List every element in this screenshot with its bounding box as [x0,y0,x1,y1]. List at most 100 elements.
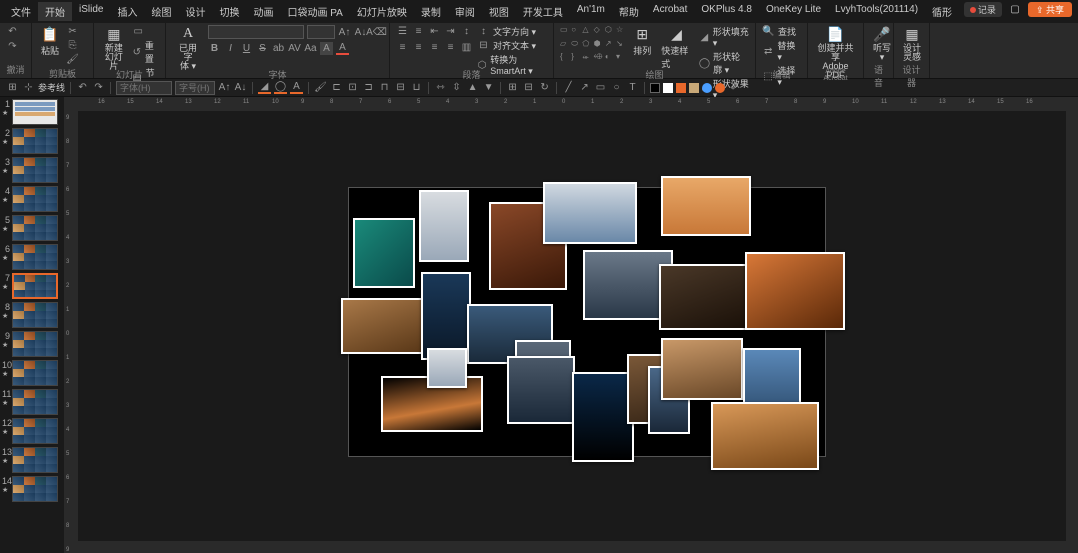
menu-开始[interactable]: 开始 [38,2,72,21]
photo-7[interactable] [659,264,749,330]
line-tool-icon[interactable]: ╱ [562,81,575,94]
share-button[interactable]: ⇪ 共享 [1028,2,1072,17]
format-painter-icon[interactable]: 🖌 [66,53,79,66]
line-spacing-icon[interactable]: ↕ [460,25,473,38]
paste-button[interactable]: 📋 粘贴 [38,25,62,57]
rotate-icon[interactable]: ↻ [538,81,551,94]
menu-口袋动画 PA[interactable]: 口袋动画 PA [280,2,349,21]
group-icon[interactable]: ⊞ [506,81,519,94]
align-center2-icon[interactable]: ⊡ [346,81,359,94]
swatch-tan[interactable] [689,83,699,93]
outline-color-icon[interactable]: ◯ [274,81,287,94]
menu-An'1m[interactable]: An'1m [570,2,612,21]
thumbnail-9[interactable]: 9★ [2,331,62,357]
thumbnail-1[interactable]: 1★ [2,99,62,125]
increase-font-icon[interactable]: A↑ [338,26,351,39]
shadow-icon[interactable]: ab [272,42,285,55]
design-ideas-button[interactable]: ▦ 设计 灵感 [900,25,924,62]
dist-v-icon[interactable]: ⇳ [450,81,463,94]
thumbnail-7[interactable]: 7★ [2,273,62,299]
menu-幻灯片放映[interactable]: 幻灯片放映 [350,2,414,21]
thumbnail-4[interactable]: 4★ [2,186,62,212]
thumbnail-12[interactable]: 12★ [2,418,62,444]
font-family-select[interactable] [208,25,304,39]
eyedropper-icon[interactable]: ✐ [728,81,741,94]
used-fonts-button[interactable]: A 已用字 体 ▾ [172,25,204,71]
strike-icon[interactable]: S [256,42,269,55]
indent-right-icon[interactable]: ⇥ [444,25,457,38]
scrollbar-vertical[interactable] [1066,111,1078,553]
grid-icon[interactable]: ⊞ [6,81,19,94]
oval-tool-icon[interactable]: ○ [610,81,623,94]
menu-动画[interactable]: 动画 [246,2,280,21]
photo-16[interactable] [572,372,634,462]
photo-1[interactable] [419,190,469,262]
menu-文件[interactable]: 文件 [4,2,38,21]
menu-设计[interactable]: 设计 [178,2,212,21]
align-mid-icon[interactable]: ⊟ [394,81,407,94]
shapes-gallery[interactable]: ▭○△◇⬡☆ ▱⬭⬠⬢↗↘ {}⬰⬲◐▾ [560,25,626,65]
thumbnail-6[interactable]: 6★ [2,244,62,270]
rect-tool-icon[interactable]: ▭ [594,81,607,94]
dec-font-icon[interactable]: A↓ [234,81,247,94]
photo-4[interactable] [543,182,637,244]
scrollbar-horizontal[interactable] [78,541,1066,553]
menu-录制[interactable]: 录制 [414,2,448,21]
copy-icon[interactable]: ⎘ [66,39,79,52]
shape-fill-button[interactable]: ◢形状填充 ▾ [699,25,749,49]
font-size-input[interactable] [175,81,215,95]
ungroup-icon[interactable]: ⊟ [522,81,535,94]
menu-视图[interactable]: 视图 [482,2,516,21]
arrow-tool-icon[interactable]: ↗ [578,81,591,94]
format-painter2-icon[interactable]: 🖌 [314,81,327,94]
photo-19[interactable] [661,338,743,400]
menu-OneKey Lite[interactable]: OneKey Lite [759,2,828,21]
photo-5[interactable] [661,176,751,236]
align-right2-icon[interactable]: ⊐ [362,81,375,94]
swatch-white[interactable] [663,83,673,93]
redo-icon[interactable]: ↷ [6,40,19,53]
dist-h-icon[interactable]: ⇿ [434,81,447,94]
swatch-orange[interactable] [676,83,686,93]
send-back-icon[interactable]: ▼ [482,81,495,94]
thumbnail-8[interactable]: 8★ [2,302,62,328]
inc-font-icon[interactable]: A↑ [218,81,231,94]
fill-color-icon[interactable]: ◢ [258,81,271,94]
thumbnail-2[interactable]: 2★ [2,128,62,154]
menu-插入[interactable]: 插入 [110,2,144,21]
find-button[interactable]: 🔍查找 [762,25,801,38]
thumbnail-13[interactable]: 13★ [2,447,62,473]
reset-button[interactable]: ↺重置 [132,39,159,65]
swatch-black[interactable] [650,83,660,93]
font-size-select[interactable] [307,25,335,39]
align-left2-icon[interactable]: ⊏ [330,81,343,94]
align-right-icon[interactable]: ≡ [428,41,441,54]
case-icon[interactable]: Aa [304,42,317,55]
menu-Acrobat[interactable]: Acrobat [646,2,694,21]
quick-style-button[interactable]: ◢ 快速样式 [658,25,695,70]
menu-OKPlus 4.8[interactable]: OKPlus 4.8 [694,2,759,21]
menu-LvyhTools(201114)[interactable]: LvyhTools(201114) [828,2,925,21]
font-family-input[interactable] [116,81,172,95]
arrange-button[interactable]: ⊞ 排列 [630,25,654,57]
thumbnail-10[interactable]: 10★ [2,360,62,386]
new-slide-button[interactable]: ▦ 新建 幻灯片 [100,25,128,71]
slide-canvas[interactable]: 1615141312111098765432101234567891011121… [78,97,1078,553]
bullets-icon[interactable]: ☰ [396,25,409,38]
guides-icon[interactable]: ⊹ [22,81,35,94]
photo-21[interactable] [711,402,819,470]
menu-iSlide[interactable]: iSlide [72,2,110,21]
highlight-icon[interactable]: A [320,42,333,55]
thumbnail-11[interactable]: 11★ [2,389,62,415]
clear-format-icon[interactable]: A⌫ [370,26,383,39]
photo-8[interactable] [745,252,845,330]
thumbnail-3[interactable]: 3★ [2,157,62,183]
align-top-icon[interactable]: ⊓ [378,81,391,94]
columns-icon[interactable]: ▥ [460,41,473,54]
text-direction-button[interactable]: ↕文字方向 ▾ [477,25,547,38]
slide-thumbnails[interactable]: 1★2★3★4★5★6★7★8★9★10★11★12★13★14★ [0,97,64,553]
record-button[interactable]: 记录 [964,2,1002,17]
thumbnail-14[interactable]: 14★ [2,476,62,502]
underline-icon[interactable]: U [240,42,253,55]
text-color-icon[interactable]: A [290,81,303,94]
